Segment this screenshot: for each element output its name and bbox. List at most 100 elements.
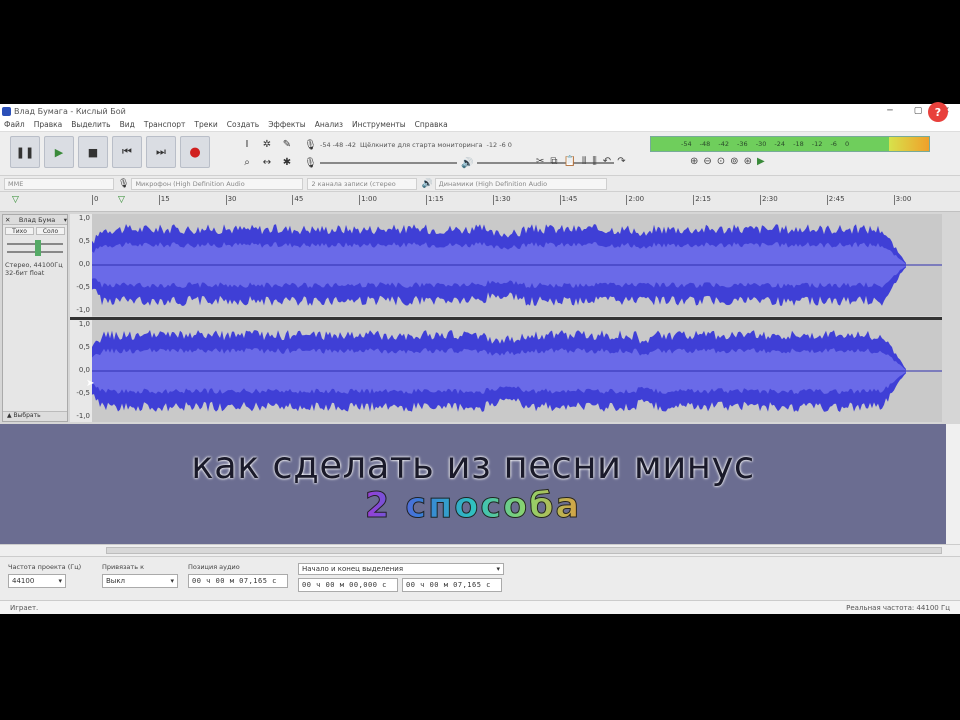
gain-slider[interactable] (7, 240, 63, 248)
selection-end-field[interactable]: 00 ч 00 м 07,165 с (402, 578, 502, 592)
track-info: Стерео, 44100Гц 32-бит float (3, 259, 67, 279)
redo-icon[interactable]: ↷ (617, 156, 625, 167)
zoom-in-icon[interactable]: ⊕ (690, 156, 698, 167)
menu-help[interactable]: Справка (415, 120, 448, 129)
stop-button[interactable]: ■ (78, 136, 108, 168)
track-menu-icon[interactable]: ▾ (64, 216, 67, 224)
help-button[interactable]: ? (928, 102, 948, 122)
snap-value: Выкл (106, 577, 126, 585)
playback-meter[interactable]: -54 -48 -42 -36 -30 -24 -18 -12 -6 0 (650, 136, 930, 152)
track-close-icon[interactable]: ✕ (5, 216, 10, 224)
project-rate-select[interactable]: 44100 ▾ (8, 574, 66, 588)
amplitude-tick: 1,0 (78, 214, 90, 222)
play-at-speed-icon[interactable]: ▶ (757, 156, 765, 167)
envelope-tool-icon[interactable]: ✲ (258, 136, 276, 152)
chevron-down-icon: ▾ (58, 577, 62, 585)
amplitude-tick: 0,5 (78, 343, 90, 351)
recording-volume-slider[interactable] (320, 162, 457, 164)
collapse-icon[interactable]: ▲ (7, 412, 12, 419)
selection-toolbar: Частота проекта (Гц) 44100 ▾ Привязать к… (0, 556, 960, 600)
timeline-ruler[interactable]: ▽ ▽ 0 15 30 45 1:00 1:15 1:30 1:45 2:00 2:15 2:30 2… (0, 192, 960, 212)
zoom-toggle-icon[interactable]: ⊛ (744, 156, 752, 167)
waveform-right-channel[interactable] (92, 320, 942, 422)
selection-mode-select[interactable]: Начало и конец выделения ▾ (298, 563, 504, 575)
cut-icon[interactable]: ✂ (536, 156, 544, 167)
amplitude-tick: -1,0 (76, 306, 90, 314)
fit-project-icon[interactable]: ⊚ (730, 156, 738, 167)
amplitude-tick: 0,0 (78, 260, 90, 268)
zoom-out-icon[interactable]: ⊖ (703, 156, 711, 167)
menu-select[interactable]: Выделить (71, 120, 110, 129)
menu-tracks[interactable]: Треки (194, 120, 217, 129)
menu-effects[interactable]: Эффекты (268, 120, 306, 129)
multi-tool-icon[interactable]: ✱ (278, 154, 296, 170)
audio-position-group: Позиция аудио 00 ч 00 м 07,165 с (188, 563, 292, 588)
track-name[interactable]: Влад Бума (19, 216, 55, 224)
paste-icon[interactable]: 📋 (564, 156, 576, 167)
waveform-right-svg (92, 330, 942, 412)
skip-to-end-button[interactable]: ⏭ (146, 136, 176, 168)
timeline-tick: 30 (225, 195, 237, 205)
menu-view[interactable]: Вид (120, 120, 135, 129)
skip-to-start-button[interactable]: ⏮ (112, 136, 142, 168)
overlay-subline: 2 способа (0, 486, 946, 527)
solo-button[interactable]: Соло (36, 227, 65, 235)
waveform-left-svg (92, 224, 942, 306)
microphone-icon: 🎙 (304, 139, 317, 151)
recording-device-select[interactable]: Микрофон (High Definition Audio (131, 177, 304, 190)
pan-slider-thumb[interactable] (35, 248, 41, 256)
play-button[interactable]: ▶ (44, 136, 74, 168)
track-select-label: Выбрать (13, 412, 41, 419)
record-button[interactable]: ● (180, 136, 210, 168)
selection-tool-icon[interactable]: I (238, 136, 256, 152)
play-head-icon[interactable]: ▽ (12, 195, 19, 205)
zoom-tool-icon[interactable]: ⌕ (238, 154, 256, 170)
monitoring-hint[interactable]: Щёлкните для старта мониторинга (360, 141, 483, 149)
mute-button[interactable]: Тихо (5, 227, 34, 235)
selection-range-group: Начало и конец выделения ▾ 00 ч 00 м 00,… (298, 563, 506, 592)
speaker-volume-icon: 🔊 (461, 157, 474, 169)
menu-generate[interactable]: Создать (227, 120, 259, 129)
waveform-left-channel[interactable] (92, 214, 942, 316)
minimize-button[interactable]: ─ (876, 104, 904, 118)
silence-icon[interactable]: ⫼ (592, 156, 597, 167)
timeline-tick: 3:00 (893, 195, 912, 205)
fit-selection-icon[interactable]: ⊙ (717, 156, 725, 167)
trim-icon[interactable]: ⫴ (582, 156, 586, 167)
device-toolbar: MME 🎙 Микрофон (High Definition Audio 2 … (0, 176, 960, 192)
tools-toolbar: I ✲ ✎ ⌕ ↔ ✱ (238, 136, 298, 170)
copy-icon[interactable]: ⧉ (550, 156, 557, 167)
pause-button[interactable]: ❚❚ (10, 136, 40, 168)
track-header[interactable]: ✕ Влад Бума ▾ (3, 215, 67, 225)
pan-slider[interactable] (7, 248, 63, 256)
timeline-tick: 1:30 (492, 195, 511, 205)
recording-channels-select[interactable]: 2 канала записи (стерео (307, 177, 418, 190)
actual-rate-text: Реальная частота: 44100 Гц (846, 603, 950, 612)
undo-icon[interactable]: ↶ (603, 156, 611, 167)
window-title: Влад Бумага - Кислый Бой (14, 106, 126, 116)
menu-file[interactable]: Файл (4, 120, 25, 129)
horizontal-scrollbar[interactable] (0, 544, 960, 556)
track-control-panel: ✕ Влад Бума ▾ Тихо Соло Стерео, 44100Гц … (2, 214, 68, 422)
audio-host-select[interactable]: MME (4, 177, 114, 190)
amplitude-tick: 1,0 (78, 320, 90, 328)
project-rate-value: 44100 (12, 577, 35, 585)
gain-slider-thumb[interactable] (35, 240, 41, 248)
audio-position-field[interactable]: 00 ч 00 м 07,165 с (188, 574, 288, 588)
draw-tool-icon[interactable]: ✎ (278, 136, 296, 152)
selection-start-field[interactable]: 00 ч 00 м 00,000 с (298, 578, 398, 592)
snap-select[interactable]: Выкл ▾ (102, 574, 178, 588)
play-region-icon[interactable]: ▽ (118, 195, 125, 205)
chevron-down-icon: ▾ (170, 577, 174, 585)
timeshift-tool-icon[interactable]: ↔ (258, 154, 276, 170)
menu-edit[interactable]: Правка (34, 120, 63, 129)
horizontal-scroll-thumb[interactable] (106, 547, 942, 554)
track-select-button[interactable]: ▲ Выбрать (3, 411, 67, 421)
menu-analyze[interactable]: Анализ (315, 120, 343, 129)
menu-tools[interactable]: Инструменты (352, 120, 406, 129)
vertical-scrollbar[interactable] (946, 424, 960, 544)
menu-transport[interactable]: Транспорт (144, 120, 186, 129)
track-bit-depth: 32-бит float (5, 269, 45, 277)
mic-volume-icon: 🎙 (304, 157, 317, 169)
playback-device-select[interactable]: Динамики (High Definition Audio (434, 177, 607, 190)
